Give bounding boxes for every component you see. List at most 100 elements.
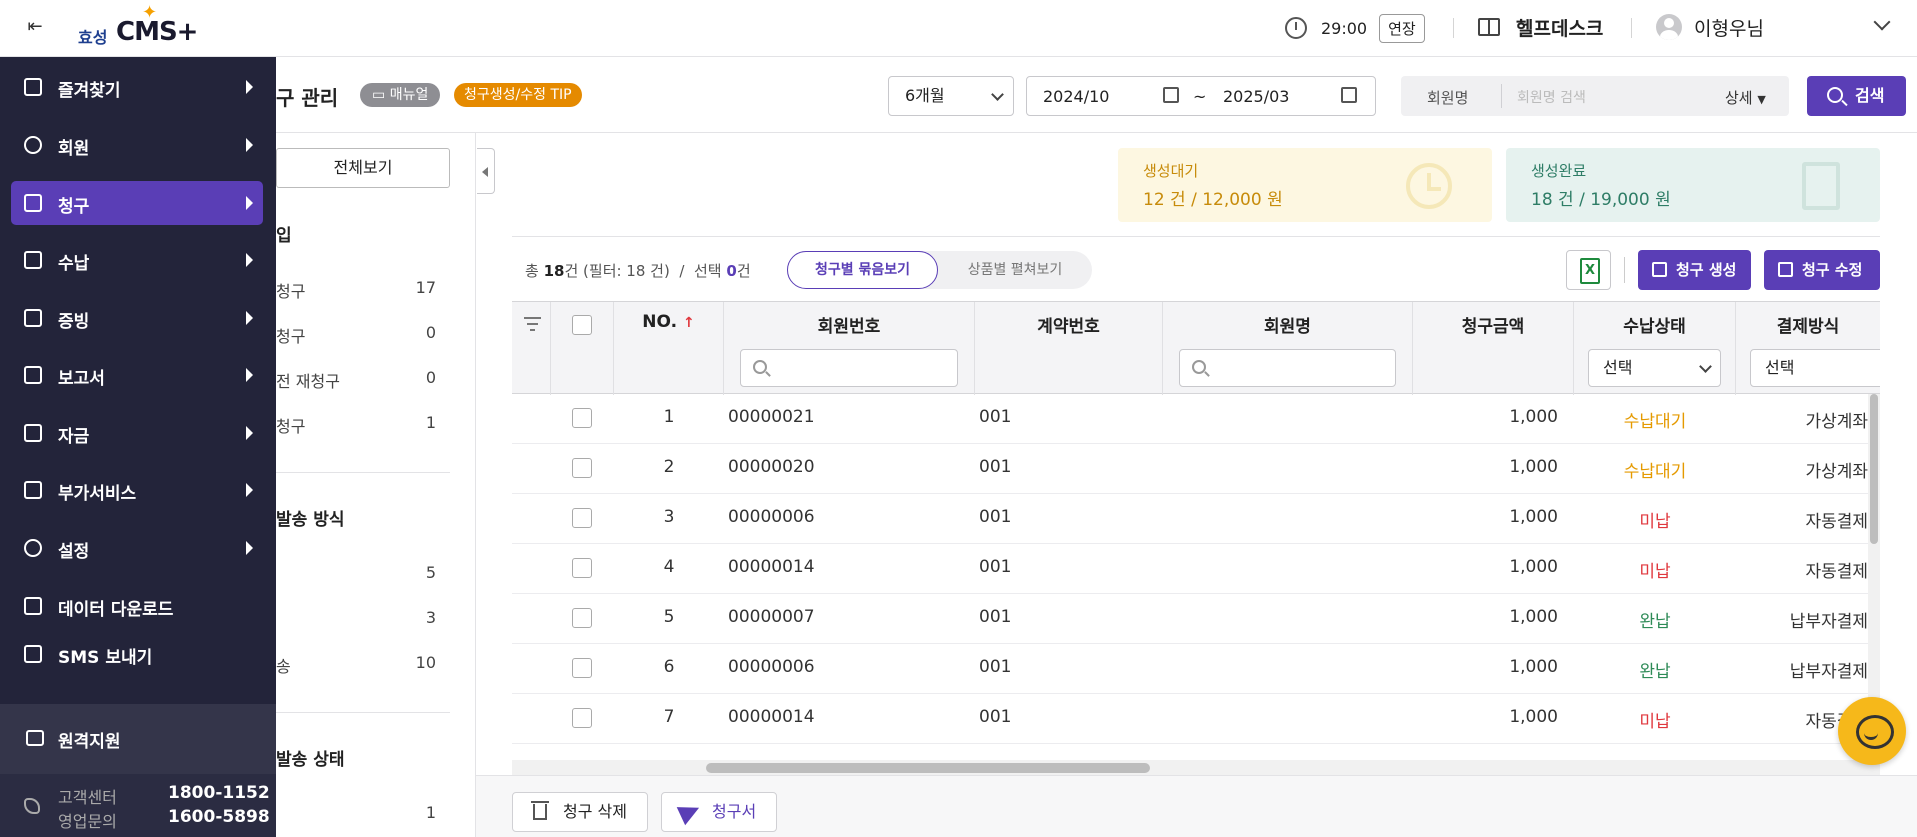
date-range[interactable]: 2024/10 ~ 2025/03 [1026, 76, 1376, 116]
filter-item[interactable]: 3 [276, 608, 450, 632]
detail-dropdown[interactable]: 상세 ▼ [1725, 87, 1766, 108]
edit-billing-button[interactable]: 청구 수정 [1764, 250, 1880, 290]
sidebar-item[interactable]: 부가서비스 [11, 468, 263, 512]
sidebar-item[interactable]: 증빙 [11, 296, 263, 340]
row-amount: 1,000 [1509, 457, 1558, 477]
row-checkbox[interactable] [572, 608, 592, 628]
divider [1501, 84, 1502, 108]
table-row[interactable]: 6 00000006 001 1,000 완납 납부자결제 [512, 644, 1880, 694]
filter-item[interactable]: 청구 17 [276, 278, 450, 302]
grouped-view-tab[interactable]: 청구별 묶음보기 [787, 251, 938, 289]
create-billing-button[interactable]: 청구 생성 [1638, 250, 1751, 290]
sidebar-item[interactable]: SMS 보내기 [11, 632, 263, 676]
payment-filter-select[interactable]: 선택 [1750, 349, 1880, 387]
filter-icon[interactable] [524, 317, 541, 331]
table-row[interactable]: 7 00000014 001 1,000 미납 자동결제 [512, 694, 1880, 744]
delete-billing-button[interactable]: 청구 삭제 [512, 792, 648, 832]
scroll-thumb[interactable] [1870, 394, 1878, 544]
contact-number[interactable]: 1800-1152 [168, 783, 270, 803]
expanded-view-tab[interactable]: 상품별 펼쳐보기 [938, 251, 1092, 289]
sidebar-item[interactable]: 설정 [11, 526, 263, 570]
filter-item[interactable]: 청구 0 [276, 323, 450, 347]
row-no: 6 [663, 657, 675, 677]
user-name: 이형우님 [1694, 17, 1764, 40]
row-checkbox[interactable] [572, 408, 592, 428]
row-checkbox[interactable] [572, 508, 592, 528]
page-header: 구 관리 ▭ 매뉴얼 청구생성/수정 TIP 6개월 2024/10 ~ 202… [276, 57, 1917, 133]
sidebar-item[interactable]: 즐겨찾기 [11, 65, 263, 109]
chat-support-icon[interactable] [1838, 697, 1906, 765]
logo[interactable]: 효성 ✦ CMS+ [78, 2, 198, 50]
table-row[interactable]: 3 00000006 001 1,000 미납 자동결제 [512, 494, 1880, 544]
store-icon [24, 309, 42, 327]
history-icon [1285, 17, 1307, 39]
row-checkbox[interactable] [572, 458, 592, 478]
horizontal-scrollbar[interactable] [512, 760, 1880, 775]
sidebar-item[interactable]: 회원 [11, 123, 263, 167]
select-all-header [551, 302, 614, 395]
search-input[interactable]: 회원명 검색 [1517, 87, 1586, 107]
pending-summary-card[interactable]: 생성대기 12 건 / 12,000 원 [1118, 148, 1492, 222]
row-checkbox[interactable] [572, 708, 592, 728]
row-member-no: 00000006 [728, 507, 815, 527]
clock-icon [1406, 163, 1452, 209]
column-no[interactable]: NO. ↑ [614, 302, 724, 395]
invoice-button[interactable]: 청구서 [661, 792, 777, 832]
row-checkbox[interactable] [572, 558, 592, 578]
column-status: 수납상태 선택 [1574, 302, 1736, 395]
search-button[interactable]: 검색 [1807, 76, 1906, 116]
row-checkbox[interactable] [572, 658, 592, 678]
excel-download-button[interactable] [1566, 250, 1611, 290]
completed-summary-card[interactable]: 생성완료 18 건 / 19,000 원 [1506, 148, 1880, 222]
extend-session-button[interactable]: 연장 [1379, 13, 1425, 43]
search-icon [1827, 87, 1843, 103]
person-icon [24, 136, 42, 154]
chevron-right-icon [246, 483, 253, 497]
table-row[interactable]: 2 00000020 001 1,000 수납대기 가상계좌 [512, 444, 1880, 494]
table-row[interactable]: 5 00000007 001 1,000 완납 납부자결제 [512, 594, 1880, 644]
helpdesk-link[interactable]: 헬프데스크 [1478, 12, 1603, 42]
sidebar-item[interactable]: 자금 [11, 411, 263, 455]
member-name-filter-input[interactable] [1179, 349, 1396, 387]
filter-item[interactable]: 5 [276, 563, 450, 587]
sidebar-item[interactable]: 수납 [11, 238, 263, 282]
view-all-button[interactable]: 전체보기 [276, 148, 450, 188]
table-row[interactable]: 1 00000021 001 1,000 수납대기 가상계좌 [512, 394, 1880, 444]
status-filter-select[interactable]: 선택 [1588, 349, 1721, 387]
manual-badge[interactable]: ▭ 매뉴얼 [360, 83, 441, 107]
menu-collapse-icon[interactable]: ⇤ [22, 14, 48, 40]
chevron-down-icon [991, 88, 1004, 101]
sidebar-item[interactable]: 데이터 다운로드 [11, 584, 263, 628]
user-menu[interactable]: 이형우님 [1656, 12, 1764, 42]
helpdesk-label: 헬프데스크 [1516, 17, 1604, 40]
filter-item[interactable]: 1 [276, 803, 450, 827]
filter-item[interactable]: 송 10 [276, 653, 450, 677]
sort-asc-icon[interactable]: ↑ [683, 315, 695, 331]
sidebar-item[interactable]: 보고서 [11, 353, 263, 397]
contact-number[interactable]: 1600-5898 [168, 807, 270, 827]
chevron-down-icon[interactable] [1873, 13, 1891, 31]
sidebar-item[interactable]: 청구 [11, 181, 263, 225]
calendar-icon[interactable] [1341, 87, 1357, 103]
row-contract-no: 001 [979, 557, 1012, 577]
select-all-checkbox[interactable] [572, 315, 592, 335]
panel-collapse-toggle[interactable] [477, 148, 495, 194]
period-select[interactable]: 6개월 [888, 76, 1014, 116]
card-value: 12 건 / 12,000 원 [1143, 190, 1283, 210]
chevron-right-icon [246, 80, 253, 94]
filter-item[interactable]: 전 재청구 0 [276, 368, 450, 392]
search-field-label[interactable]: 회원명 [1427, 87, 1468, 108]
filter-item-label: 청구 [276, 417, 306, 436]
scroll-thumb[interactable] [706, 763, 1150, 773]
filter-item[interactable]: 청구 1 [276, 413, 450, 437]
remote-support-item[interactable]: 원격지원 [0, 704, 276, 774]
column-member-no: 회원번호 [724, 302, 975, 395]
calendar-icon[interactable] [1163, 87, 1179, 103]
divider [276, 472, 450, 473]
member-no-filter-input[interactable] [740, 349, 958, 387]
date-to[interactable]: 2025/03 [1223, 87, 1289, 106]
row-payment: 납부자결제 [1789, 662, 1868, 682]
date-from[interactable]: 2024/10 [1043, 87, 1109, 106]
table-row[interactable]: 4 00000014 001 1,000 미납 자동결제 [512, 544, 1880, 594]
tip-badge[interactable]: 청구생성/수정 TIP [454, 83, 582, 107]
